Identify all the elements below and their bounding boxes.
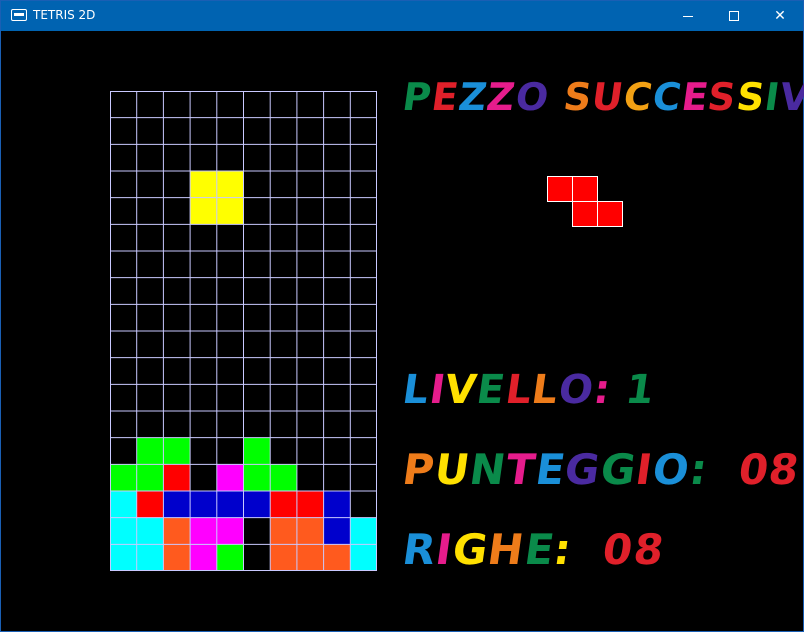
block-cell: [136, 491, 164, 518]
block-cell: [190, 197, 217, 225]
maximize-icon: [729, 11, 739, 21]
block-cell: [270, 464, 297, 491]
window-title: TETRIS 2D: [33, 8, 96, 22]
block-cell: [190, 171, 217, 198]
block-cell: [243, 464, 271, 491]
block-cell: [350, 544, 377, 571]
block-cell: [163, 437, 191, 465]
block-cell: [323, 517, 351, 545]
block-cell: [216, 171, 244, 198]
score-label: PUNTEGGIO: 08: [399, 445, 803, 494]
next-piece-cell: [547, 176, 573, 202]
block-cell: [163, 517, 191, 545]
block-cell: [216, 517, 244, 545]
level-label: LIVELLO: 1: [399, 367, 658, 413]
block-cell: [190, 517, 217, 545]
block-cell: [190, 491, 217, 518]
next-piece-cell: [572, 176, 598, 202]
close-icon: ✕: [774, 8, 786, 24]
block-cell: [190, 544, 217, 571]
block-cell: [270, 517, 297, 545]
block-cell: [270, 491, 297, 518]
minimize-button[interactable]: [665, 1, 711, 31]
block-cell: [163, 491, 191, 518]
block-cell: [216, 197, 244, 225]
next-piece-preview: [547, 176, 625, 228]
block-cell: [350, 517, 377, 545]
block-cell: [110, 464, 137, 491]
block-cell: [163, 544, 191, 571]
next-piece-cell: [572, 201, 598, 227]
block-cell: [136, 437, 164, 465]
block-cell: [136, 544, 164, 571]
block-cell: [243, 491, 271, 518]
minimize-icon: [683, 15, 693, 17]
block-cell: [136, 517, 164, 545]
close-button[interactable]: ✕: [757, 1, 803, 31]
block-cell: [323, 544, 351, 571]
block-cell: [216, 464, 244, 491]
app-icon: [11, 9, 27, 21]
block-cell: [163, 464, 191, 491]
title-bar[interactable]: TETRIS 2D ✕: [1, 1, 803, 31]
block-cell: [323, 491, 351, 518]
block-cell: [296, 517, 324, 545]
game-window: TETRIS 2D ✕ PEZZO SUCCESSIVO: LIVELLO: 1…: [0, 0, 804, 632]
block-cell: [216, 491, 244, 518]
playfield-grid: [110, 91, 377, 571]
next-piece-svg: [547, 176, 623, 227]
block-cell: [110, 517, 137, 545]
block-cell: [243, 437, 271, 465]
next-piece-cell: [597, 201, 623, 227]
block-cell: [296, 491, 324, 518]
block-cell: [216, 544, 244, 571]
maximize-button[interactable]: [711, 1, 757, 31]
playfield: [110, 91, 377, 571]
next-piece-label: PEZZO SUCCESSIVO:: [399, 75, 804, 119]
block-cell: [296, 544, 324, 571]
lines-label: RIGHE: 08: [399, 525, 668, 574]
block-cell: [110, 544, 137, 571]
block-cell: [110, 491, 137, 518]
block-cell: [270, 544, 297, 571]
block-cell: [136, 464, 164, 491]
